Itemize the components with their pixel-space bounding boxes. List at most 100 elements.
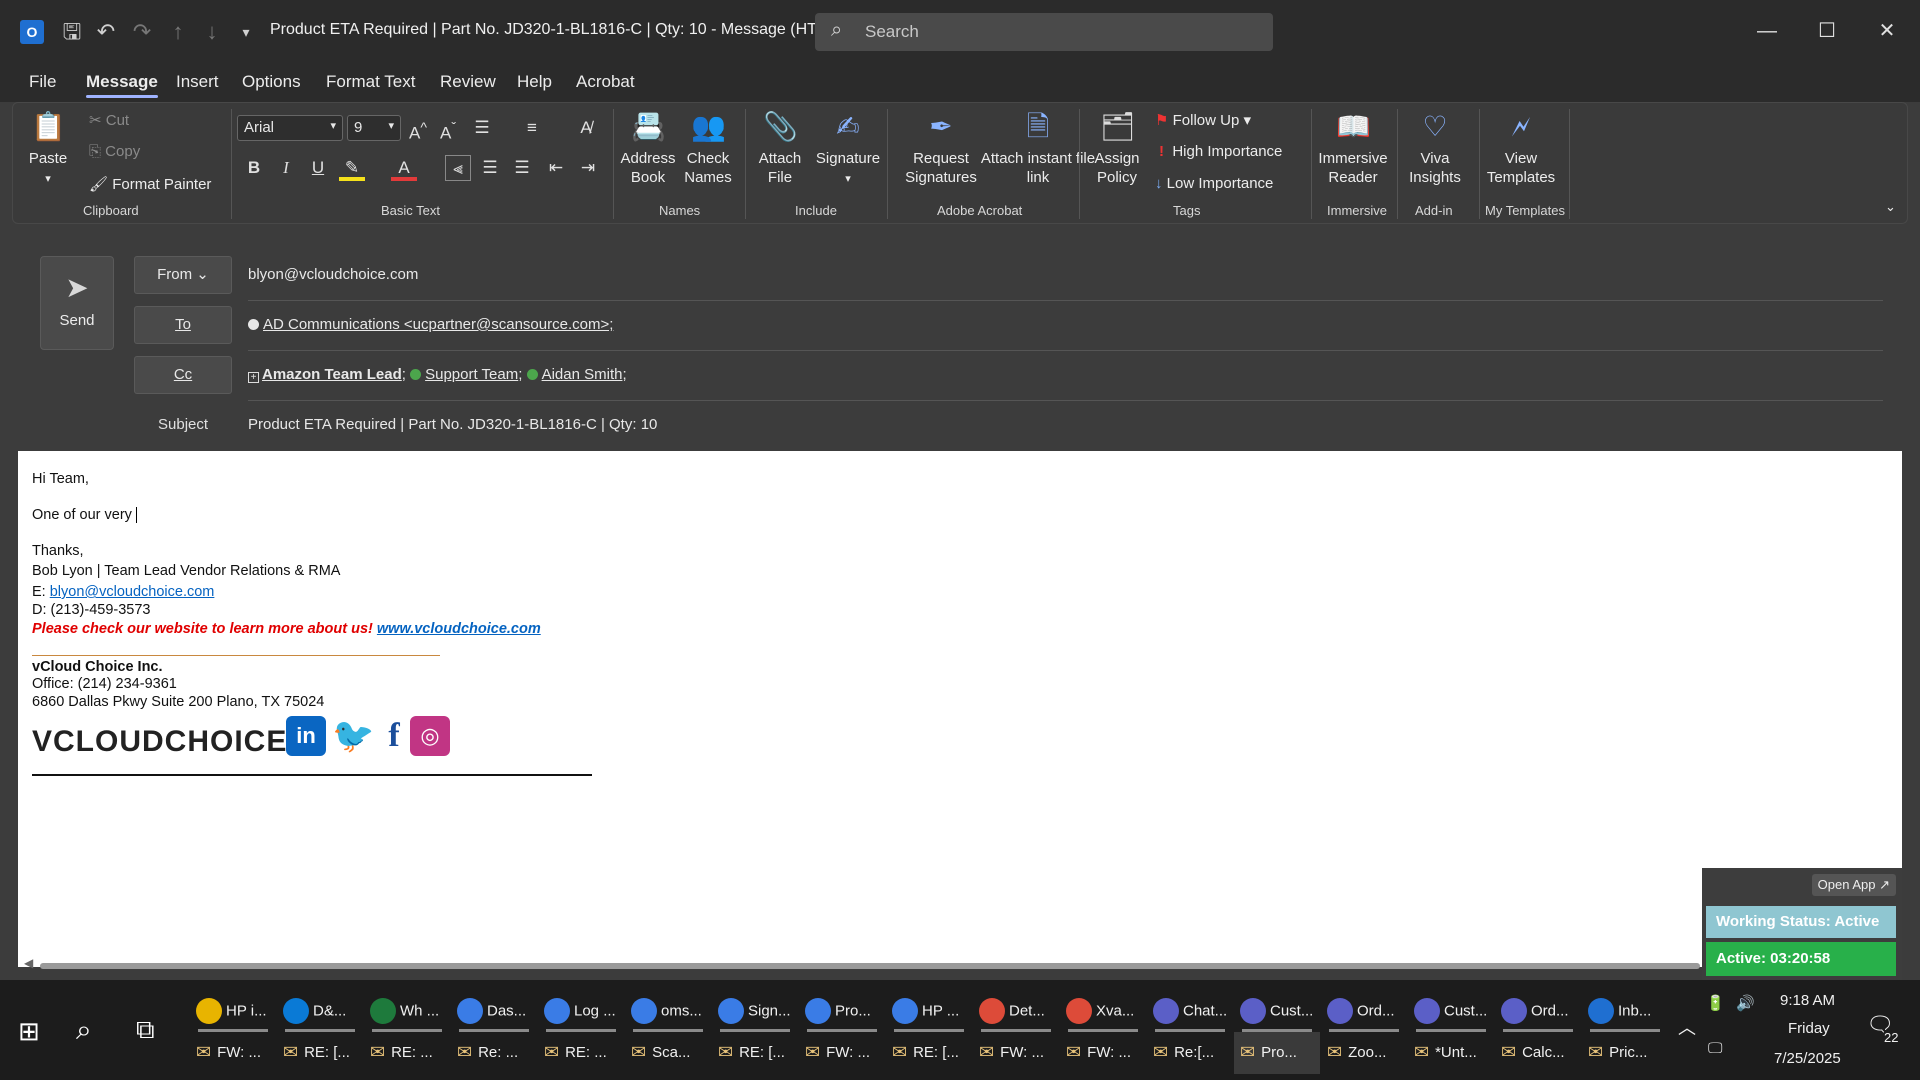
minimize-button[interactable]: — (1752, 16, 1782, 46)
taskbar-window-button[interactable]: ✉ RE: ... (364, 1032, 450, 1074)
recipient-cc[interactable]: Aidan Smith (542, 366, 623, 383)
down-arrow-icon[interactable]: ↓ (198, 18, 226, 46)
taskbar-window-button[interactable]: ✉ Zoo... (1321, 1032, 1407, 1074)
taskbar-window-button[interactable]: ✉ FW: ... (190, 1032, 276, 1074)
bold-icon[interactable]: B (241, 155, 267, 181)
clock-time[interactable]: 9:18 AM (1780, 992, 1835, 1009)
linkedin-icon[interactable]: in (286, 716, 326, 756)
low-importance-button[interactable]: ↓ Low Importance (1155, 175, 1273, 192)
taskbar-app-button[interactable]: Das... (451, 990, 537, 1032)
shrink-font-icon[interactable]: Aˇ (435, 115, 461, 143)
maximize-button[interactable]: ☐ (1812, 16, 1842, 46)
taskbar-app-button[interactable]: D&... (277, 990, 363, 1032)
website-link[interactable]: www.vcloudchoice.com (377, 621, 541, 637)
high-importance-button[interactable]: ! High Importance (1159, 143, 1282, 160)
facebook-icon[interactable]: f (374, 716, 414, 756)
address-book-button[interactable]: 📇 Address Book (619, 109, 677, 187)
taskbar-app-button[interactable]: Cust... (1408, 990, 1494, 1032)
taskbar-window-button[interactable]: ✉ RE: ... (538, 1032, 624, 1074)
taskbar-app-button[interactable]: HP i... (190, 990, 276, 1032)
taskbar-window-button[interactable]: ✉ FW: ... (799, 1032, 885, 1074)
undo-icon[interactable]: ↶ (92, 18, 120, 46)
italic-icon[interactable]: I (273, 155, 299, 181)
taskbar-window-button[interactable]: ✉ Calc... (1495, 1032, 1581, 1074)
open-app-button[interactable]: Open App ↗ (1811, 874, 1896, 896)
tab-options[interactable]: Options (242, 72, 301, 92)
taskbar-app-button[interactable]: Pro... (799, 990, 885, 1032)
message-body[interactable]: Hi Team, One of our very Thanks, Bob Lyo… (18, 451, 1902, 967)
tab-help[interactable]: Help (517, 72, 552, 92)
send-button[interactable]: ➤ Send (40, 256, 114, 350)
tab-acrobat[interactable]: Acrobat (576, 72, 635, 92)
font-size-select[interactable]: 9 ▾ (347, 115, 401, 141)
search-input[interactable]: ⌕ Search (815, 13, 1273, 51)
display-icon[interactable]: 🖵 (1708, 1040, 1722, 1057)
expand-group-icon[interactable]: + (248, 372, 259, 383)
attach-file-button[interactable]: 📎 Attach File (751, 109, 809, 187)
font-name-select[interactable]: Arial ▾ (237, 115, 343, 141)
taskbar-window-button[interactable]: ✉ Re:[... (1147, 1032, 1233, 1074)
taskbar-window-button[interactable]: ✉ FW: ... (1060, 1032, 1146, 1074)
volume-icon[interactable]: 🔊 (1736, 994, 1755, 1012)
underline-icon[interactable]: U (305, 155, 331, 181)
bullets-icon[interactable]: ☰ (469, 115, 495, 141)
paste-button[interactable]: 📋 Paste ▾ (23, 109, 73, 189)
attach-instant-link-button[interactable]: 🗎 Attach instant file link (973, 109, 1103, 187)
taskbar-app-button[interactable]: Sign... (712, 990, 798, 1032)
twitter-icon[interactable]: 🐦 (332, 716, 374, 756)
taskbar-app-button[interactable]: Xva... (1060, 990, 1146, 1032)
recipient-cc[interactable]: Support Team (425, 366, 518, 383)
save-icon[interactable]: 🖫 (58, 18, 86, 46)
taskbar-window-button[interactable]: ✉ Re: ... (451, 1032, 537, 1074)
clock-date[interactable]: 7/25/2025 (1774, 1050, 1841, 1067)
recipient-to[interactable]: AD Communications <ucpartner@scansource.… (263, 316, 613, 333)
taskbar-app-button[interactable]: HP ... (886, 990, 972, 1032)
viva-insights-button[interactable]: ♡ Viva Insights (1405, 109, 1465, 187)
cc-field[interactable]: + Amazon Team Lead; Support Team; Aidan S… (248, 366, 627, 383)
taskbar-window-button[interactable]: ✉ Pro... (1234, 1032, 1320, 1074)
taskbar-window-button[interactable]: ✉ *Unt... (1408, 1032, 1494, 1074)
align-right-icon[interactable]: ☰ (509, 155, 535, 181)
view-templates-button[interactable]: 🗲 View Templates (1483, 109, 1559, 187)
taskbar-app-button[interactable]: Log ... (538, 990, 624, 1032)
battery-icon[interactable]: 🔋 (1706, 994, 1725, 1012)
highlight-icon[interactable]: ✎ (339, 155, 365, 181)
close-button[interactable]: ✕ (1872, 16, 1902, 46)
grow-font-icon[interactable]: A^ (405, 115, 431, 143)
recipient-cc[interactable]: Amazon Team Lead (262, 366, 402, 383)
scroll-left-icon[interactable]: ◀ (24, 956, 33, 970)
scrollbar-thumb[interactable] (40, 963, 1700, 969)
horizontal-scrollbar[interactable]: ◀ (24, 956, 1704, 970)
increase-indent-icon[interactable]: ⇥ (575, 155, 601, 181)
copy-button[interactable]: ⎘ Copy (89, 143, 140, 160)
instagram-icon[interactable]: ◎ (410, 716, 450, 756)
ribbon-collapse-icon[interactable]: ⌄ (1885, 199, 1896, 215)
clear-formatting-icon[interactable]: A̸ (573, 115, 599, 141)
tab-message[interactable]: Message (86, 72, 158, 98)
redo-icon[interactable]: ↷ (128, 18, 156, 46)
cut-button[interactable]: ✂ Cut (89, 111, 129, 129)
up-arrow-icon[interactable]: ↑ (164, 18, 192, 46)
from-button[interactable]: From ⌄ (134, 256, 232, 294)
format-painter-button[interactable]: 🖌 Format Painter (89, 175, 211, 193)
taskbar-app-button[interactable]: Ord... (1321, 990, 1407, 1032)
taskbar-window-button[interactable]: ✉ Sca... (625, 1032, 711, 1074)
to-button[interactable]: To (134, 306, 232, 344)
align-left-icon[interactable]: ⫷ (445, 155, 471, 181)
align-center-icon[interactable]: ☰ (477, 155, 503, 181)
assign-policy-button[interactable]: 🗂 Assign Policy (1087, 109, 1147, 187)
taskbar-window-button[interactable]: ✉ Pric... (1582, 1032, 1668, 1074)
font-color-icon[interactable]: A (391, 155, 417, 181)
taskbar-app-button[interactable]: Chat... (1147, 990, 1233, 1032)
cc-button[interactable]: Cc (134, 356, 232, 394)
signature-button[interactable]: ✍ Signature ▾ (813, 109, 883, 189)
taskbar-window-button[interactable]: ✉ RE: [... (886, 1032, 972, 1074)
taskbar-window-button[interactable]: ✉ FW: ... (973, 1032, 1059, 1074)
taskbar-app-button[interactable]: Det... (973, 990, 1059, 1032)
taskbar-app-button[interactable]: Wh ... (364, 990, 450, 1032)
tab-review[interactable]: Review (440, 72, 496, 92)
customize-toolbar-icon[interactable]: ▾ (232, 18, 260, 46)
decrease-indent-icon[interactable]: ⇤ (543, 155, 569, 181)
task-view-icon[interactable]: ⧉ (136, 1014, 155, 1046)
taskbar-app-button[interactable]: Inb... (1582, 990, 1668, 1032)
